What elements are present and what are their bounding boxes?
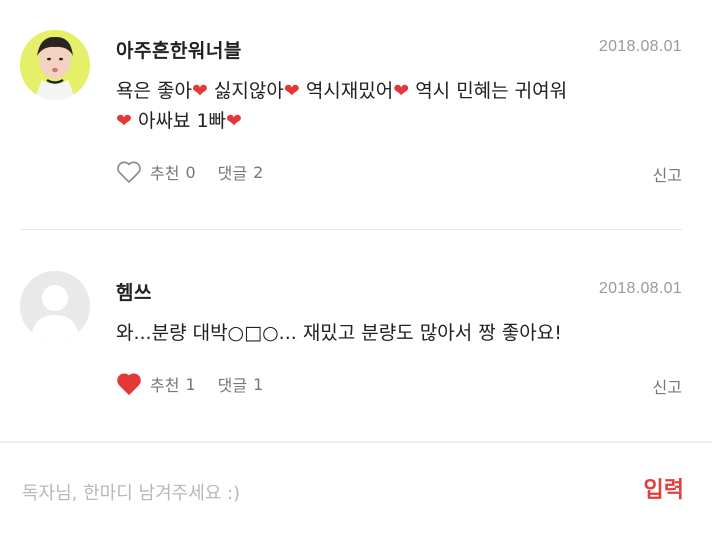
username: 헴쓰 bbox=[116, 282, 152, 304]
reply-count: 2 bbox=[253, 162, 264, 182]
footer-divider bbox=[0, 441, 712, 443]
comment-input[interactable] bbox=[20, 478, 584, 508]
text-segment: 욕은 좋아 bbox=[116, 80, 192, 102]
reply-label[interactable]: 댓글 bbox=[218, 160, 247, 184]
reply-count: 1 bbox=[253, 374, 264, 394]
submit-button[interactable]: 입력 bbox=[644, 472, 684, 504]
heart-emoji: ❤ bbox=[116, 110, 132, 132]
report-button[interactable]: 신고 bbox=[653, 374, 682, 398]
heart-emoji: ❤ bbox=[191, 80, 208, 102]
report-button[interactable]: 신고 bbox=[653, 162, 682, 186]
heart-filled-icon[interactable] bbox=[116, 372, 142, 396]
user-photo-icon bbox=[20, 30, 90, 100]
like-count: 0 bbox=[185, 162, 196, 182]
divider bbox=[20, 229, 682, 230]
default-profile-icon bbox=[20, 271, 90, 341]
heart-emoji: ❤ bbox=[393, 80, 410, 102]
heart-emoji: ❤ bbox=[226, 110, 242, 132]
text-segment: 역시 민혜는 귀여워 bbox=[409, 80, 568, 102]
text-segment: 싫지않아 bbox=[207, 80, 284, 102]
like-label[interactable]: 추천 bbox=[150, 372, 179, 396]
comment-actions: 추천 1 댓글 1 bbox=[116, 372, 263, 396]
heart-outline-icon[interactable] bbox=[116, 160, 142, 184]
comment-actions: 추천 0 댓글 2 bbox=[116, 160, 263, 184]
reply-label[interactable]: 댓글 bbox=[218, 372, 247, 396]
avatar[interactable] bbox=[20, 30, 90, 100]
comment-date: 2018.08.01 bbox=[598, 280, 682, 297]
heart-emoji: ❤ bbox=[283, 80, 300, 102]
avatar[interactable] bbox=[20, 271, 90, 341]
comment-date: 2018.08.01 bbox=[598, 38, 682, 55]
comment-text: 욕은 좋아❤ 싫지않아❤ 역시재밌어❤ 역시 민혜는 귀여워 ❤ 아싸뵤 1빠❤ bbox=[116, 76, 686, 136]
username: 아주흔한워너블 bbox=[116, 40, 242, 62]
text-segment: 아싸뵤 1빠 bbox=[131, 110, 227, 132]
text-segment: 역시재밌어 bbox=[299, 80, 394, 102]
comment-text: 와...분량 대박○□○... 재밌고 분량도 많아서 짱 좋아요! bbox=[116, 322, 562, 344]
like-count: 1 bbox=[185, 374, 196, 394]
like-label[interactable]: 추천 bbox=[150, 160, 179, 184]
